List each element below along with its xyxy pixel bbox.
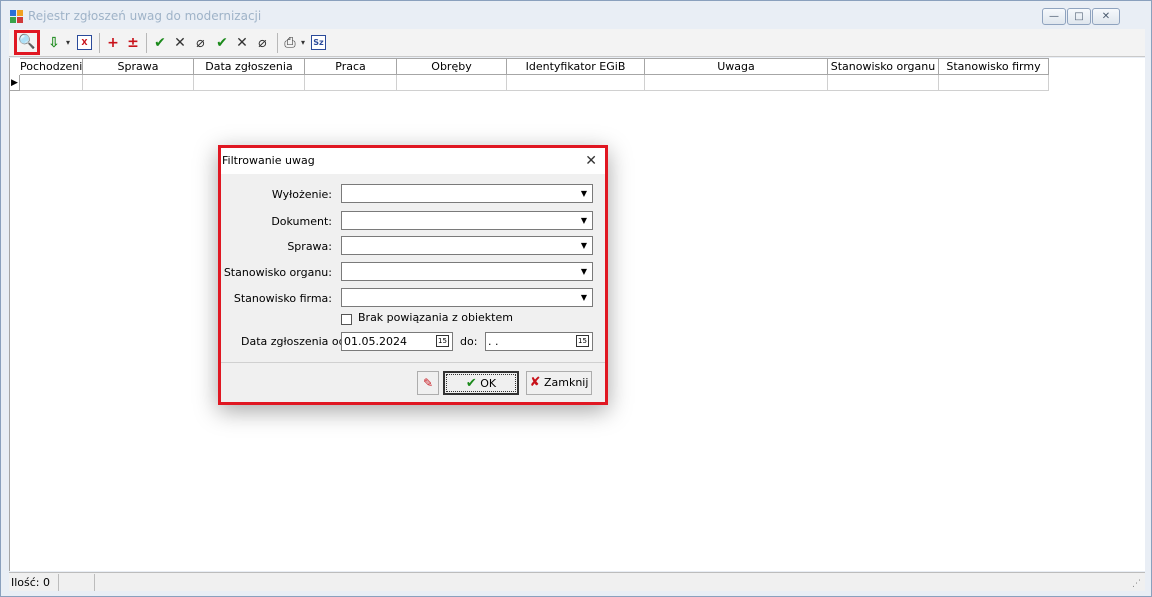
- filter-dialog: Filtrowanie uwag ✕ Wyłożenie: ▼ Dokument…: [218, 145, 608, 405]
- reject-icon[interactable]: ✕: [171, 33, 189, 53]
- date-to-value: . .: [488, 335, 499, 348]
- close-label: Zamknij: [543, 376, 589, 389]
- column-header-data-zgloszenia[interactable]: Data zgłoszenia: [194, 58, 305, 75]
- close-x-icon: ✘: [529, 375, 541, 390]
- accept-icon[interactable]: ✔: [151, 33, 169, 53]
- column-header-sprawa[interactable]: Sprawa: [83, 58, 194, 75]
- chevron-down-icon[interactable]: ▼: [576, 212, 592, 229]
- accept-firm-icon[interactable]: ✔: [213, 33, 231, 53]
- calendar-icon[interactable]: 15: [436, 335, 449, 347]
- row-indicator-icon: ▶: [10, 75, 20, 91]
- wylozenie-label: Wyłożenie:: [271, 188, 332, 201]
- title-bar: Rejestr zgłoszeń uwag do modernizacji — …: [1, 1, 1151, 29]
- app-grid-icon: [10, 10, 23, 23]
- sz-icon[interactable]: Sz: [311, 35, 326, 50]
- table-cell[interactable]: [397, 75, 507, 91]
- date-from-value: 01.05.2024: [344, 335, 407, 348]
- toolbar-separator: [146, 33, 147, 53]
- clear-filter-button[interactable]: ✎: [417, 371, 439, 395]
- import-icon[interactable]: ⇩: [45, 33, 63, 53]
- table-cell[interactable]: [507, 75, 645, 91]
- dokument-label: Dokument:: [271, 215, 332, 228]
- close-window-button[interactable]: ✕: [1092, 8, 1120, 25]
- resize-grip-icon[interactable]: ⋰: [1132, 579, 1142, 589]
- ok-button[interactable]: ✔ OK: [443, 371, 519, 395]
- chevron-down-icon[interactable]: ▼: [576, 263, 592, 280]
- chevron-down-icon[interactable]: ▼: [576, 185, 592, 202]
- table-cell[interactable]: [645, 75, 828, 91]
- toolbar-separator: [99, 33, 100, 53]
- column-header-uwaga[interactable]: Uwaga: [645, 58, 828, 75]
- printer-icon[interactable]: ⎙: [281, 33, 299, 53]
- eraser-icon: ✎: [422, 376, 434, 390]
- stanowisko-organu-label: Stanowisko organu:: [223, 266, 332, 279]
- brak-powiazania-checkbox[interactable]: [341, 314, 352, 325]
- date-to-input[interactable]: . . 15: [485, 332, 593, 351]
- calendar-icon[interactable]: 15: [576, 335, 589, 347]
- stanowisko-firma-select[interactable]: ▼: [341, 288, 593, 307]
- table-cell[interactable]: [20, 75, 83, 91]
- wylozenie-select[interactable]: ▼: [341, 184, 593, 203]
- sprawa-select[interactable]: ▼: [341, 236, 593, 255]
- column-header-obreby[interactable]: Obręby: [397, 58, 507, 75]
- column-header-identyfikator-egib[interactable]: Identyfikator EGiB: [507, 58, 645, 75]
- add-icon[interactable]: +: [105, 33, 121, 53]
- maximize-button[interactable]: □: [1067, 8, 1091, 25]
- chevron-down-icon[interactable]: ▼: [576, 237, 592, 254]
- minimize-button[interactable]: —: [1042, 8, 1066, 25]
- table-cell[interactable]: [939, 75, 1049, 91]
- column-header-stanowisko-organu[interactable]: Stanowisko organu: [828, 58, 939, 75]
- window-title: Rejestr zgłoszeń uwag do modernizacji: [28, 9, 262, 23]
- table-cell[interactable]: [305, 75, 397, 91]
- print-dropdown-icon[interactable]: ▾: [299, 33, 307, 53]
- toolbar: 🔍 ⇩ ▾ X + ± ✔ ✕ ⌀ ✔ ✕ ⌀ ⎙ ▾ Sz: [9, 29, 1145, 57]
- column-header-pochodzenie[interactable]: Pochodzenie: [20, 58, 83, 75]
- ok-label: OK: [480, 377, 497, 390]
- table-cell[interactable]: [194, 75, 305, 91]
- eraser-firm-icon[interactable]: ⌀: [253, 33, 271, 53]
- record-count: Ilość: 0: [9, 574, 59, 591]
- reject-firm-icon[interactable]: ✕: [233, 33, 251, 53]
- stanowisko-firma-label: Stanowisko firma:: [233, 292, 332, 305]
- delete-document-icon[interactable]: X: [77, 35, 92, 50]
- status-panel: [60, 574, 95, 591]
- binoculars-icon[interactable]: 🔍: [14, 30, 40, 55]
- toolbar-separator: [277, 33, 278, 53]
- dialog-divider: [221, 362, 605, 363]
- dialog-title: Filtrowanie uwag: [221, 148, 605, 174]
- sprawa-label: Sprawa:: [287, 240, 332, 253]
- table-cell[interactable]: [828, 75, 939, 91]
- table-cell[interactable]: [83, 75, 194, 91]
- dialog-close-icon[interactable]: ✕: [585, 151, 597, 171]
- add-remove-icon[interactable]: ±: [125, 33, 141, 53]
- date-from-label: Data zgłoszenia od: [241, 335, 346, 348]
- stanowisko-organu-select[interactable]: ▼: [341, 262, 593, 281]
- brak-powiazania-label: Brak powiązania z obiektem: [358, 311, 513, 324]
- dokument-select[interactable]: ▼: [341, 211, 593, 230]
- column-header-stanowisko-firmy[interactable]: Stanowisko firmy: [939, 58, 1049, 75]
- close-button[interactable]: ✘ Zamknij: [526, 371, 592, 395]
- eraser-icon[interactable]: ⌀: [191, 33, 209, 53]
- date-from-input[interactable]: 01.05.2024 15: [341, 332, 453, 351]
- checkmark-icon: ✔: [465, 376, 477, 391]
- column-header-praca[interactable]: Praca: [305, 58, 397, 75]
- date-to-label: do:: [460, 335, 478, 348]
- import-dropdown-icon[interactable]: ▾: [64, 33, 72, 53]
- chevron-down-icon[interactable]: ▼: [576, 289, 592, 306]
- status-bar: Ilość: 0 ⋰: [9, 572, 1145, 591]
